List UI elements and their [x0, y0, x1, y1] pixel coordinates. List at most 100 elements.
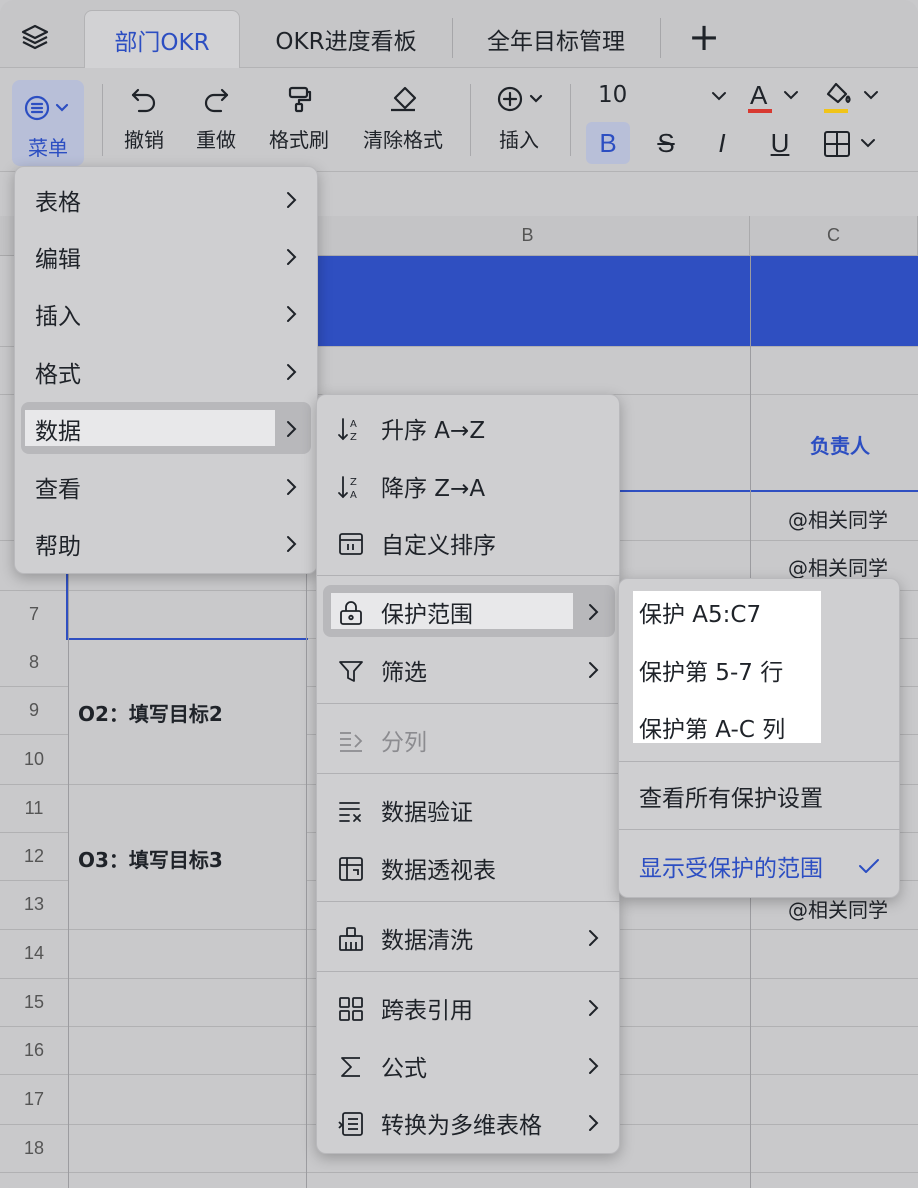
main-menu: 表格 编辑 插入 格式 数据 查看 帮助	[14, 166, 318, 574]
menu-item-table[interactable]: 表格	[15, 175, 319, 225]
cross-sheet-ref-item[interactable]: 跨表引用	[317, 983, 621, 1033]
menu-item-label: 降序 Z→A	[381, 476, 486, 502]
menu-item-edit[interactable]: 编辑	[15, 232, 319, 282]
column-header-c[interactable]: C	[750, 216, 918, 256]
row-header[interactable]: 9	[0, 686, 68, 734]
chevron-right-icon	[287, 249, 297, 265]
menu-divider	[317, 971, 621, 972]
formula-item[interactable]: 公式	[317, 1041, 621, 1091]
bold-button[interactable]: B	[586, 122, 630, 164]
chevron-right-icon	[589, 1000, 599, 1016]
chevron-right-icon	[589, 930, 599, 946]
menu-item-label: 查看	[35, 477, 81, 503]
filter-item[interactable]: 筛选	[317, 645, 621, 695]
column-header-b[interactable]: B	[306, 216, 750, 256]
assignee-cell[interactable]: @相关同学	[788, 504, 888, 533]
menu-item-format[interactable]: 格式	[15, 347, 319, 397]
data-cleaning-item[interactable]: 数据清洗	[317, 913, 621, 963]
protect-columns-item[interactable]: 保护第 A-C 列	[619, 702, 901, 752]
row-header[interactable]: 17	[0, 1074, 68, 1124]
sort-ascending-icon: A Z	[337, 415, 365, 443]
menu-item-insert[interactable]: 插入	[15, 289, 319, 339]
undo-button[interactable]: 撤销	[118, 78, 170, 153]
goal-cell[interactable]: O3：填写目标3	[78, 844, 223, 873]
menu-item-view[interactable]: 查看	[15, 462, 319, 512]
font-color-button[interactable]: A	[746, 78, 802, 118]
row-header[interactable]: 10	[0, 734, 68, 784]
menu-item-label: 保护范围	[381, 602, 473, 628]
owner-header-cell[interactable]: 负责人	[810, 430, 870, 459]
column-label: B	[521, 225, 534, 245]
protect-submenu: 保护 A5:C7 保护第 5-7 行 保护第 A-C 列 查看所有保护设置 显示…	[618, 578, 901, 898]
menu-item-label: 数据清洗	[381, 928, 473, 954]
chevron-right-icon	[287, 192, 297, 208]
tab-divider	[660, 18, 661, 58]
insert-button[interactable]: 插入	[486, 78, 552, 153]
menu-icon	[20, 90, 76, 126]
sort-ascending-item[interactable]: A Z 升序 A→Z	[317, 403, 621, 453]
sort-descending-item[interactable]: Z A 降序 Z→A	[317, 461, 621, 511]
menu-item-label: 显示受保护的范围	[639, 856, 823, 882]
font-size-chevron-icon[interactable]	[710, 88, 728, 107]
app-window: 部门OKR OKR进度看板 全年目标管理 + 菜单 撤销 重做 格式刷 清除格式…	[0, 0, 918, 1188]
row-header[interactable]: 15	[0, 978, 68, 1026]
sort-descending-icon: Z A	[337, 473, 365, 501]
redo-button[interactable]: 重做	[190, 78, 242, 153]
assignee-cell[interactable]: @相关同学	[788, 894, 888, 923]
strikethrough-icon: S	[657, 127, 675, 158]
font-color-icon: A	[750, 80, 768, 110]
italic-button[interactable]: I	[702, 122, 742, 164]
tab-department-okr[interactable]: 部门OKR	[84, 10, 240, 68]
borders-button[interactable]	[820, 128, 882, 160]
protect-rows-item[interactable]: 保护第 5-7 行	[619, 645, 901, 695]
row-header[interactable]: 16	[0, 1026, 68, 1074]
font-size-select[interactable]: 10	[598, 82, 627, 108]
strikethrough-button[interactable]: S	[646, 122, 686, 164]
convert-multi-table-item[interactable]: 转换为多维表格	[317, 1098, 621, 1148]
menu-button[interactable]: 菜单	[12, 80, 84, 166]
layers-icon[interactable]	[18, 20, 52, 54]
row-header[interactable]: 12	[0, 832, 68, 880]
format-painter-button[interactable]: 格式刷	[264, 78, 334, 153]
chevron-right-icon	[287, 536, 297, 552]
row-header[interactable]: 18	[0, 1124, 68, 1172]
add-tab-button[interactable]: +	[684, 18, 724, 58]
data-validation-item[interactable]: 数据验证	[317, 785, 621, 835]
menu-item-label: 保护 A5:C7	[639, 602, 762, 628]
menu-item-label: 公式	[381, 1056, 427, 1082]
menu-item-label: 筛选	[381, 660, 427, 686]
row-header[interactable]: 11	[0, 784, 68, 832]
view-all-protections-item[interactable]: 查看所有保护设置	[619, 771, 901, 821]
tab-okr-progress[interactable]: OKR进度看板	[246, 10, 446, 68]
row-header[interactable]: 7	[0, 590, 68, 638]
row-header[interactable]: 14	[0, 929, 68, 978]
protect-cells-item[interactable]: 保护 A5:C7	[619, 587, 901, 637]
row-header[interactable]: 8	[0, 638, 68, 686]
svg-text:A: A	[350, 419, 357, 430]
show-protected-ranges-item[interactable]: 显示受保护的范围	[619, 841, 901, 891]
clear-format-button[interactable]: 清除格式	[356, 78, 450, 153]
menu-divider	[317, 901, 621, 902]
chevron-right-icon	[287, 421, 297, 437]
eraser-icon	[356, 78, 450, 120]
menu-item-label: 数据验证	[381, 800, 473, 826]
goal-cell[interactable]: O2：填写目标2	[78, 698, 223, 727]
tab-label: 全年目标管理	[487, 29, 625, 55]
menu-item-label: 跨表引用	[381, 998, 473, 1024]
insert-label: 插入	[499, 128, 539, 152]
underline-button[interactable]: U	[760, 122, 800, 164]
tab-annual-goals[interactable]: 全年目标管理	[458, 10, 654, 68]
protect-range-item[interactable]: 保护范围	[317, 587, 621, 637]
fill-color-swatch	[824, 109, 848, 113]
custom-sort-item[interactable]: 自定义排序	[317, 518, 621, 568]
data-validation-icon	[337, 797, 365, 825]
row-header[interactable]: 13	[0, 880, 68, 929]
menu-item-label: 分列	[381, 730, 427, 756]
assignee-cell[interactable]: @相关同学	[788, 552, 888, 581]
pivot-table-item[interactable]: 数据透视表	[317, 843, 621, 893]
menu-item-data[interactable]: 数据	[15, 404, 319, 454]
toolbar-divider	[570, 84, 571, 156]
fill-color-button[interactable]	[822, 78, 882, 118]
menu-item-help[interactable]: 帮助	[15, 519, 319, 569]
menu-item-label: 表格	[35, 190, 81, 216]
